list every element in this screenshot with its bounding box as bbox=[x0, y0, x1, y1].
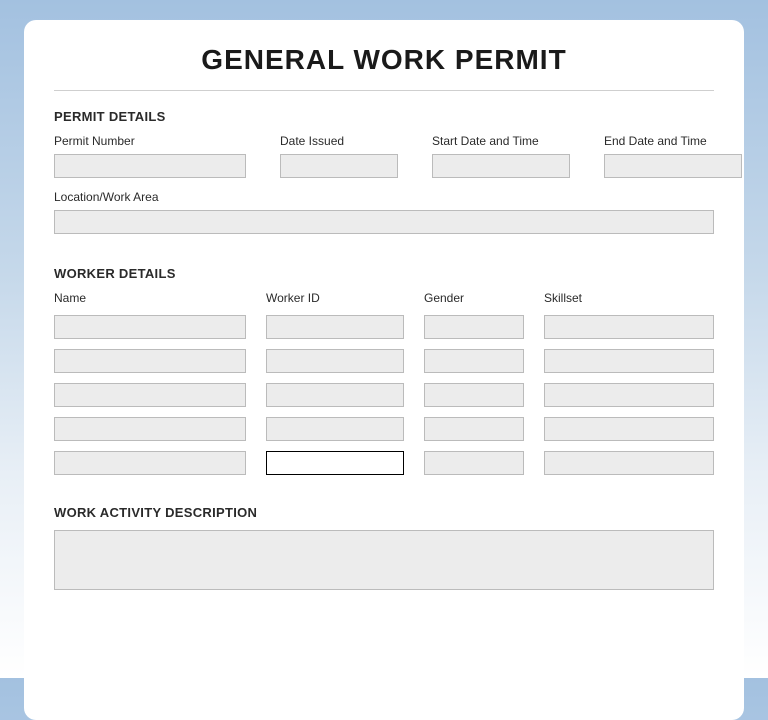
permit-row-2: Location/Work Area bbox=[54, 190, 714, 234]
field-end-datetime: End Date and Time bbox=[604, 134, 742, 178]
input-worker-id[interactable] bbox=[266, 349, 404, 373]
input-worker-gender[interactable] bbox=[424, 315, 524, 339]
label-end-datetime: End Date and Time bbox=[604, 134, 742, 148]
worker-row bbox=[54, 383, 714, 407]
section-header-permit: PERMIT DETAILS bbox=[54, 109, 714, 124]
input-worker-name[interactable] bbox=[54, 417, 246, 441]
title-divider bbox=[54, 90, 714, 91]
input-date-issued[interactable] bbox=[280, 154, 398, 178]
col-label-gender: Gender bbox=[424, 291, 524, 305]
worker-columns-header: Name Worker ID Gender Skillset bbox=[54, 291, 714, 305]
label-permit-number: Permit Number bbox=[54, 134, 246, 148]
input-activity-description[interactable] bbox=[54, 530, 714, 590]
input-permit-number[interactable] bbox=[54, 154, 246, 178]
worker-row bbox=[54, 451, 714, 475]
input-worker-id[interactable] bbox=[266, 383, 404, 407]
input-worker-id[interactable] bbox=[266, 417, 404, 441]
input-worker-name[interactable] bbox=[54, 349, 246, 373]
field-permit-number: Permit Number bbox=[54, 134, 246, 178]
input-worker-name[interactable] bbox=[54, 315, 246, 339]
page-title: GENERAL WORK PERMIT bbox=[54, 44, 714, 76]
input-location[interactable] bbox=[54, 210, 714, 234]
input-worker-name[interactable] bbox=[54, 383, 246, 407]
input-worker-skill[interactable] bbox=[544, 451, 714, 475]
input-worker-skill[interactable] bbox=[544, 383, 714, 407]
input-worker-id[interactable] bbox=[266, 315, 404, 339]
field-location: Location/Work Area bbox=[54, 190, 714, 234]
worker-row bbox=[54, 349, 714, 373]
input-end-datetime[interactable] bbox=[604, 154, 742, 178]
label-date-issued: Date Issued bbox=[280, 134, 398, 148]
input-worker-skill[interactable] bbox=[544, 349, 714, 373]
worker-row bbox=[54, 315, 714, 339]
input-worker-name[interactable] bbox=[54, 451, 246, 475]
label-location: Location/Work Area bbox=[54, 190, 714, 204]
input-worker-skill[interactable] bbox=[544, 417, 714, 441]
col-label-name: Name bbox=[54, 291, 246, 305]
field-start-datetime: Start Date and Time bbox=[432, 134, 570, 178]
input-worker-gender[interactable] bbox=[424, 383, 524, 407]
permit-form-sheet: GENERAL WORK PERMIT PERMIT DETAILS Permi… bbox=[24, 20, 744, 720]
input-worker-gender[interactable] bbox=[424, 451, 524, 475]
section-header-activity: WORK ACTIVITY DESCRIPTION bbox=[54, 505, 714, 520]
label-start-datetime: Start Date and Time bbox=[432, 134, 570, 148]
worker-row bbox=[54, 417, 714, 441]
input-worker-skill[interactable] bbox=[544, 315, 714, 339]
input-worker-id[interactable] bbox=[266, 451, 404, 475]
input-start-datetime[interactable] bbox=[432, 154, 570, 178]
col-label-id: Worker ID bbox=[266, 291, 404, 305]
permit-row-1: Permit Number Date Issued Start Date and… bbox=[54, 134, 714, 178]
section-header-workers: WORKER DETAILS bbox=[54, 266, 714, 281]
field-date-issued: Date Issued bbox=[280, 134, 398, 178]
input-worker-gender[interactable] bbox=[424, 349, 524, 373]
input-worker-gender[interactable] bbox=[424, 417, 524, 441]
col-label-skill: Skillset bbox=[544, 291, 714, 305]
